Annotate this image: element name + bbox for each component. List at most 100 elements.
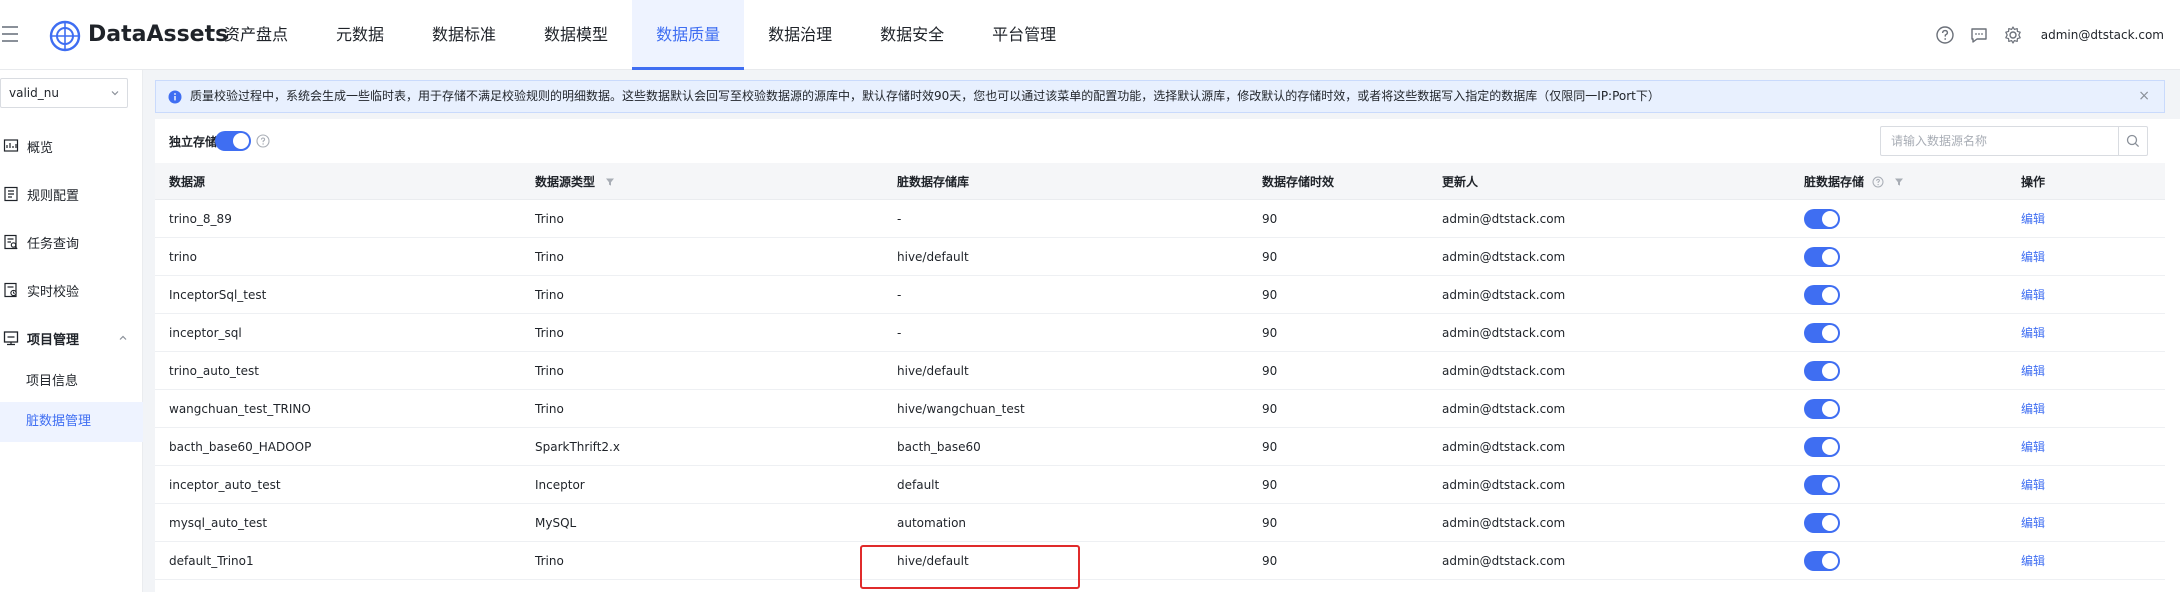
table-row: inceptor_auto_test Inceptor default 90 a… bbox=[155, 465, 2165, 504]
cell-updater: admin@dtstack.com bbox=[1428, 503, 1790, 542]
search-icon bbox=[2126, 134, 2140, 148]
sidebar: valid_nu 概览 规则配置 任务查询 实时校验 项目管理 项目信息 脏数据… bbox=[0, 70, 143, 592]
table-row: wangchuan_test_TRINO Trino hive/wangchua… bbox=[155, 389, 2165, 428]
sidebar-item-overview[interactable]: 概览 bbox=[0, 124, 143, 168]
help-icon[interactable] bbox=[256, 134, 270, 148]
dirty-storage-switch[interactable] bbox=[1804, 360, 1840, 381]
cell-updater: admin@dtstack.com bbox=[1428, 237, 1790, 276]
nav-item-data-model[interactable]: 数据模型 bbox=[520, 0, 632, 70]
col-header-datasource-type: 数据源类型 bbox=[521, 163, 883, 200]
edit-link[interactable]: 编辑 bbox=[2021, 288, 2045, 302]
cell-datasource-type: Trino bbox=[521, 237, 883, 276]
col-header-datasource: 数据源 bbox=[155, 163, 521, 200]
dirty-storage-switch[interactable] bbox=[1804, 398, 1840, 419]
cell-actions: 编辑 bbox=[2007, 427, 2165, 466]
edit-link[interactable]: 编辑 bbox=[2021, 516, 2045, 530]
dirty-storage-switch[interactable] bbox=[1804, 512, 1840, 533]
table-row: bacth_base60_HADOOP SparkThrift2.x bacth… bbox=[155, 427, 2165, 466]
nav-item-data-security[interactable]: 数据安全 bbox=[856, 0, 968, 70]
cell-datasource: default_Trino1 bbox=[155, 541, 521, 580]
sidebar-item-label: 概览 bbox=[27, 140, 54, 156]
chevron-up-icon bbox=[119, 335, 127, 340]
filter-icon[interactable] bbox=[1894, 177, 1904, 187]
nav-item-data-quality[interactable]: 数据质量 bbox=[632, 0, 745, 70]
cell-updater: admin@dtstack.com bbox=[1428, 389, 1790, 428]
cell-actions: 编辑 bbox=[2007, 199, 2165, 238]
cell-datasource-type: Trino bbox=[521, 541, 883, 580]
dirty-storage-switch[interactable] bbox=[1804, 284, 1840, 305]
independent-storage-label: 独立存储 bbox=[169, 135, 218, 149]
cell-dirty-storage-db: default bbox=[883, 465, 1248, 504]
menu-toggle-icon[interactable] bbox=[2, 26, 18, 47]
cell-actions: 编辑 bbox=[2007, 389, 2165, 428]
header-actions: admin@dtstack.com bbox=[1935, 0, 2164, 70]
settings-gear-icon[interactable] bbox=[2003, 25, 2023, 45]
cell-datasource: inceptor_sql bbox=[155, 313, 521, 352]
edit-link[interactable]: 编辑 bbox=[2021, 364, 2045, 378]
table-header-row: 数据源 数据源类型 脏数据存储库 数据存储时效 更新人 脏数据存储 操作 bbox=[155, 163, 2165, 200]
dirty-storage-switch[interactable] bbox=[1804, 474, 1840, 495]
cell-updater: admin@dtstack.com bbox=[1428, 351, 1790, 390]
sidebar-item-project-manage[interactable]: 项目管理 bbox=[0, 316, 143, 360]
cell-retention: 90 bbox=[1248, 199, 1428, 238]
cell-dirty-storage-db: bacth_base60 bbox=[883, 427, 1248, 466]
main-content: 质量校验过程中，系统会生成一些临时表，用于存储不满足校验规则的明细数据。这些数据… bbox=[155, 70, 2180, 592]
sidebar-item-rule-config[interactable]: 规则配置 bbox=[0, 172, 143, 216]
message-icon[interactable] bbox=[1969, 25, 1989, 45]
cell-updater: admin@dtstack.com bbox=[1428, 427, 1790, 466]
dirty-storage-switch[interactable] bbox=[1804, 246, 1840, 267]
user-email[interactable]: admin@dtstack.com bbox=[2041, 28, 2164, 42]
col-header-actions: 操作 bbox=[2007, 163, 2165, 200]
nav-item-data-governance[interactable]: 数据治理 bbox=[744, 0, 856, 70]
cell-dirty-storage-db: hive/default bbox=[883, 351, 1248, 390]
edit-link[interactable]: 编辑 bbox=[2021, 212, 2045, 226]
cell-retention: 90 bbox=[1248, 313, 1428, 352]
close-icon[interactable]: × bbox=[2138, 81, 2150, 112]
table-row: trino_auto_test Trino hive/default 90 ad… bbox=[155, 351, 2165, 390]
cell-datasource: inceptor_auto_test bbox=[155, 465, 521, 504]
cell-datasource: InceptorSql_test bbox=[155, 275, 521, 314]
cell-retention: 90 bbox=[1248, 237, 1428, 276]
cell-retention: 90 bbox=[1248, 427, 1428, 466]
filter-icon[interactable] bbox=[605, 177, 615, 187]
cell-datasource-type: Trino bbox=[521, 313, 883, 352]
nav-item-data-standard[interactable]: 数据标准 bbox=[408, 0, 520, 70]
cell-actions: 编辑 bbox=[2007, 351, 2165, 390]
nav-item-metadata[interactable]: 元数据 bbox=[312, 0, 408, 70]
project-select[interactable]: valid_nu bbox=[0, 78, 128, 108]
search-button[interactable] bbox=[2118, 127, 2147, 155]
edit-link[interactable]: 编辑 bbox=[2021, 250, 2045, 264]
dirty-storage-switch[interactable] bbox=[1804, 208, 1840, 229]
table-row: default_Trino1 Trino hive/default 90 adm… bbox=[155, 541, 2165, 580]
col-header-retention: 数据存储时效 bbox=[1248, 163, 1428, 200]
datasource-search-input[interactable] bbox=[1880, 126, 2148, 156]
cell-datasource-type: SparkThrift2.x bbox=[521, 427, 883, 466]
sidebar-subitem-project-info[interactable]: 项目信息 bbox=[0, 362, 143, 402]
cell-actions: 编辑 bbox=[2007, 503, 2165, 542]
help-icon[interactable] bbox=[1872, 176, 1884, 188]
cell-datasource-type: Inceptor bbox=[521, 465, 883, 504]
cell-dirty-storage-db: automation bbox=[883, 503, 1248, 542]
edit-link[interactable]: 编辑 bbox=[2021, 554, 2045, 568]
cell-retention: 90 bbox=[1248, 389, 1428, 428]
nav-item-platform-admin[interactable]: 平台管理 bbox=[968, 0, 1080, 70]
dirty-storage-switch[interactable] bbox=[1804, 550, 1840, 571]
edit-link[interactable]: 编辑 bbox=[2021, 478, 2045, 492]
sidebar-item-realtime-check[interactable]: 实时校验 bbox=[0, 268, 143, 312]
project-select-value: valid_nu bbox=[9, 86, 59, 100]
sidebar-item-task-query[interactable]: 任务查询 bbox=[0, 220, 143, 264]
cell-dirty-storage bbox=[1790, 351, 2007, 390]
edit-link[interactable]: 编辑 bbox=[2021, 326, 2045, 340]
nav-item-asset-inventory[interactable]: 资产盘点 bbox=[200, 0, 312, 70]
edit-link[interactable]: 编辑 bbox=[2021, 440, 2045, 454]
cell-datasource-type: Trino bbox=[521, 351, 883, 390]
cell-dirty-storage-db: - bbox=[883, 275, 1248, 314]
sidebar-subitem-dirty-data-manage[interactable]: 脏数据管理 bbox=[0, 402, 143, 442]
help-circle-icon[interactable] bbox=[1935, 25, 1955, 45]
annotation-highlight-box bbox=[860, 545, 1080, 589]
dirty-data-card: 独立存储 数据源 数据源类型 脏数 bbox=[155, 119, 2180, 592]
edit-link[interactable]: 编辑 bbox=[2021, 402, 2045, 416]
independent-storage-switch[interactable] bbox=[215, 131, 251, 151]
dirty-storage-switch[interactable] bbox=[1804, 322, 1840, 343]
dirty-storage-switch[interactable] bbox=[1804, 436, 1840, 457]
